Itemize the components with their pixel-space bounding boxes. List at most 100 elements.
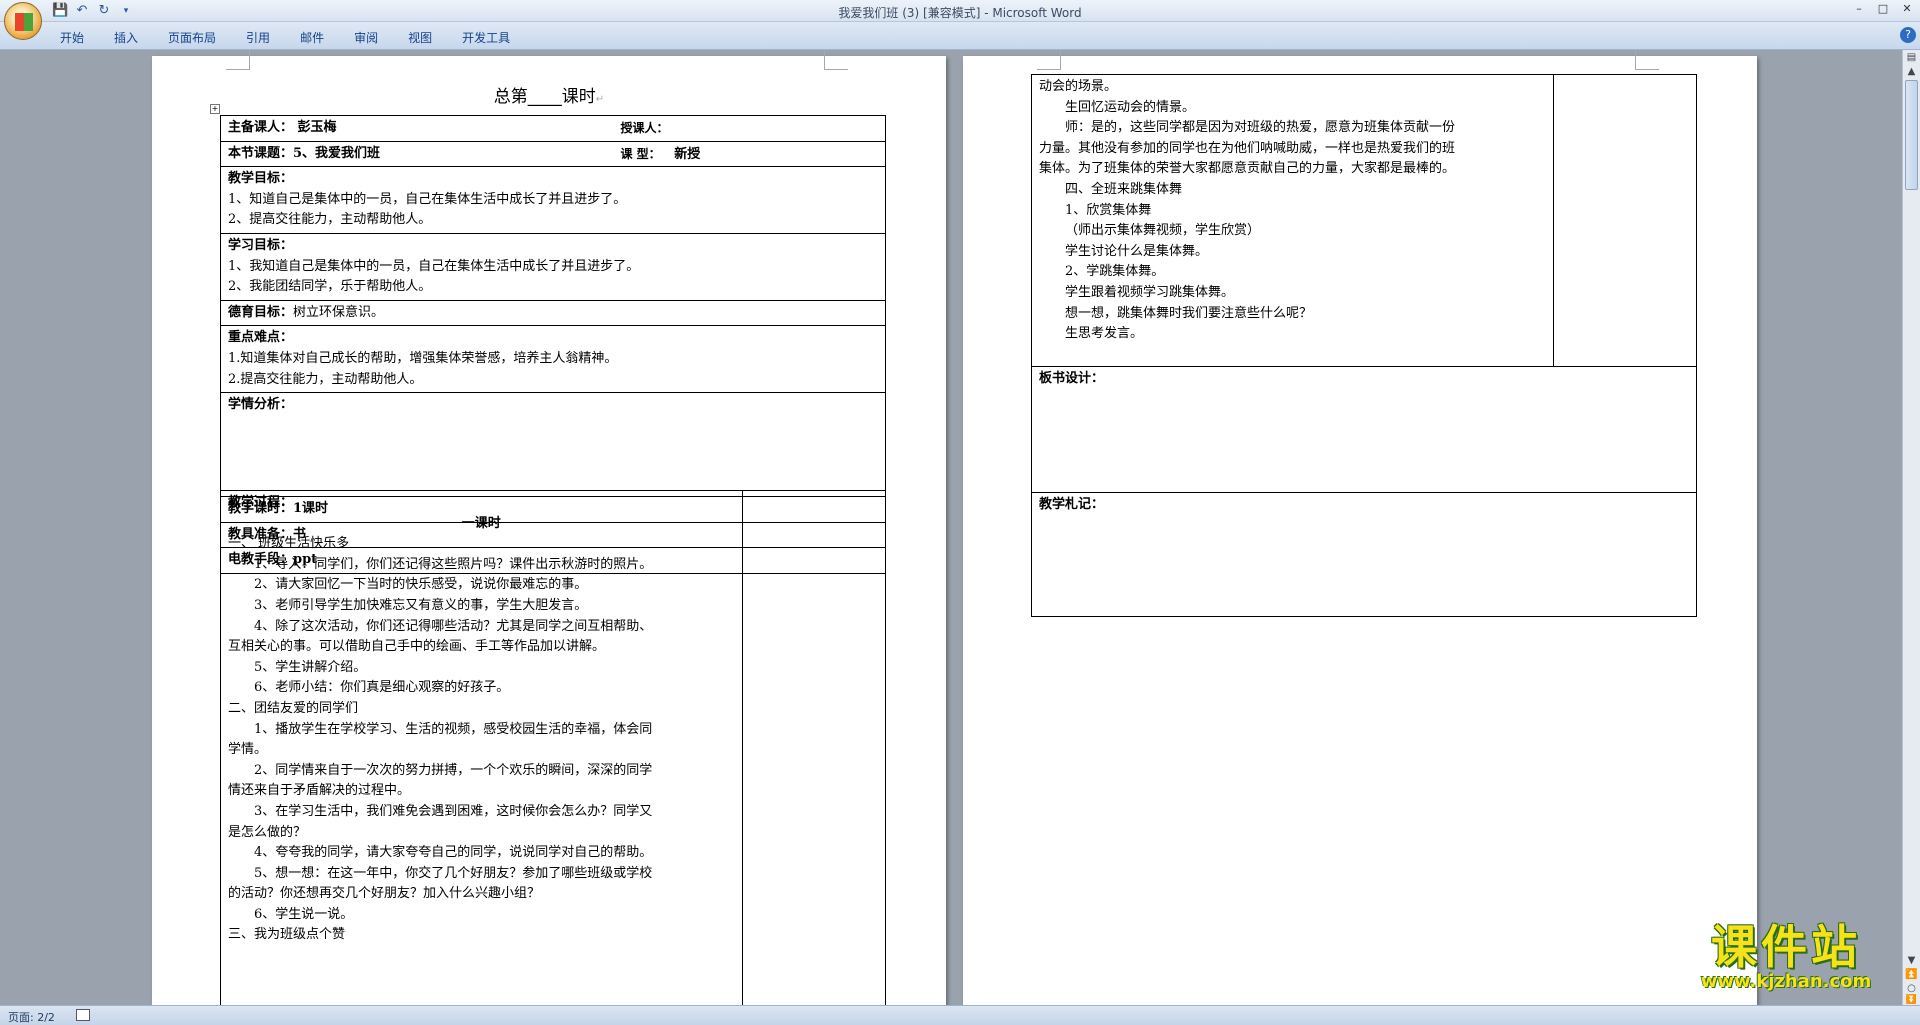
ruler-toggle-icon[interactable]: ▤ [1905,52,1918,63]
process-line: 师：是的，这些同学都是因为对班级的热爱，愿意为班集体贡献一份 [1065,120,1456,136]
scroll-thumb[interactable] [1905,80,1918,190]
type-value: 新授 [674,146,701,162]
next-page-icon[interactable]: ⏬ [1905,995,1918,1005]
moral-goal-cell[interactable]: 德育目标：树立环保意识。 [220,299,886,327]
document-workspace: 总第____课时↵ + 主备课人： 彭玉梅 授课人： 本节课题：5、我爱我们班 课 … [0,50,1902,1005]
table-row: 学情分析： [220,392,886,498]
analysis-cell[interactable]: 学情分析： [220,392,886,498]
topic-cell[interactable]: 本节课题：5、我爱我们班 课 型： 新授 [220,140,886,168]
office-button[interactable] [4,2,42,40]
teacher-label: 授课人： [620,121,669,135]
process-line: 是怎么做的？ [228,824,307,840]
scroll-up-icon[interactable]: ▲ [1905,66,1918,77]
moral-value: 树立环保意识。 [293,304,385,320]
preparer-name: 彭玉梅 [297,120,337,135]
process-line: 4、除了这次活动，你们还记得哪些活动？尤其是同学之间互相帮助、 [254,618,653,634]
process-line: 学生讨论什么是集体舞。 [1065,243,1209,259]
teaching-notes-cell[interactable]: 教学札记： [1031,492,1697,617]
tab-view[interactable]: 视图 [408,29,432,46]
process-line: 6、学生说一说。 [254,906,354,922]
minimize-icon[interactable]: – [1852,2,1866,16]
process-line: 互相关心的事。可以借助自己手中的绘画、手工等作品加以讲解。 [228,639,606,655]
process-line: （师出示集体舞视频，学生欣赏） [1065,223,1261,239]
learning-goals-cell[interactable]: 学习目标： 1、我知道自己是集体中的一员，自己在集体生活中成长了并且进步了。 2… [220,232,886,301]
tab-page-layout[interactable]: 页面布局 [168,29,216,46]
watermark-url: www.kjzhan.com [1700,971,1872,992]
vertical-scrollbar[interactable]: ▤ ▲ ▼ ⏫ ○ ⏬ [1902,50,1920,1005]
table-row: 重点难点： 1.知道集体对自己成长的帮助，增强集体荣誉感，培养主人翁精神。 2.… [220,325,886,394]
analysis-label: 学情分析： [228,397,294,413]
process-line: 四、全班来跳集体舞 [1065,181,1183,197]
preparer-cell[interactable]: 主备课人： 彭玉梅 授课人： [220,115,886,142]
title-bar: 💾 ↶ ↻ ▾ 我爱我们班 (3) [兼容模式] - Microsoft Wor… [0,0,1920,22]
table-row: 本节课题：5、我爱我们班 课 型： 新授 [220,140,886,168]
remarks-cell[interactable] [1552,74,1698,367]
process-line: 学情。 [228,742,268,758]
tab-insert[interactable]: 插入 [114,29,138,46]
process-line: 4、夸夸我的同学，请大家夸夸自己的同学，说说同学对自己的帮助。 [254,845,653,861]
process-line: 6、老师小结：你们真是细心观察的好孩子。 [254,680,510,696]
process-table: 教学过程： 一课时 一、 班级生活快乐多 1、导入：同学们，你们还记得这些照片吗… [220,490,887,1005]
crop-mark [824,50,848,70]
process-line: 3、在学习生活中，我们难免会遇到困难，这时候你会怎么办？同学又 [254,803,653,819]
process-line: 生回忆运动会的情景。 [1065,99,1196,115]
process-line: 集体。为了班集体的荣誉大家都愿意贡献自己的力量，大家都是最棒的。 [1039,161,1456,177]
board-design-cell[interactable]: 板书设计： [1031,366,1697,493]
process-line: 5、学生讲解介绍。 [254,659,367,675]
remarks-cell[interactable] [741,490,887,1005]
learning-goals-label: 学习目标： [228,237,294,253]
tab-review[interactable]: 审阅 [354,29,378,46]
tab-developer[interactable]: 开发工具 [462,29,510,46]
key-point-line: 1.知道集体对自己成长的帮助，增强集体荣誉感，培养主人翁精神。 [228,350,618,366]
ribbon-tabs: 开始 插入 页面布局 引用 邮件 审阅 视图 开发工具 [60,29,540,46]
watermark-logo: 课件站 www.kjzhan.com [1666,922,1906,992]
preparer-label: 主备课人： [228,120,294,135]
type-field: 课 型： 新授 [621,144,701,166]
process-line: 的活动？你还想再交几个好朋友？加入什么兴趣小组？ [228,886,541,902]
page-count-status[interactable]: 页面: 2/2 [8,1009,55,1025]
goal-line: 2、提高交往能力，主动帮助他人。 [228,212,432,228]
board-label: 板书设计： [1039,371,1105,386]
restore-icon[interactable]: □ [1876,2,1890,16]
process-line: 1、欣赏集体舞 [1065,202,1152,218]
browse-object-icon[interactable]: ○ [1905,983,1918,994]
process-continued-table: 动会的场景。 生回忆运动会的情景。 师：是的，这些同学都是因为对班级的热爱，愿意… [1031,74,1698,617]
crop-mark [226,50,250,70]
topic-label: 本节课题： [228,145,294,161]
previous-page-icon[interactable]: ⏫ [1905,969,1918,980]
process-line: 5、想一想：在这一年中，你交了几个好朋友？参加了哪些班级或学校 [254,865,653,881]
process-line: 想一想，跳集体舞时我们要注意些什么呢？ [1065,305,1313,321]
document-page-2: 动会的场景。 生回忆运动会的情景。 师：是的，这些同学都是因为对班级的热爱，愿意… [963,50,1757,1005]
page-title: 总第____课时↵ [493,87,605,107]
tab-home[interactable]: 开始 [60,29,84,46]
tab-references[interactable]: 引用 [246,29,270,46]
proofing-icon[interactable] [76,1009,90,1021]
process-cell[interactable]: 教学过程： 一课时 一、 班级生活快乐多 1、导入：同学们，你们还记得这些照片吗… [220,490,743,1005]
process-line: 二、团结友爱的同学们 [228,700,359,716]
teaching-goals-cell[interactable]: 教学目标： 1、知道自己是集体中的一员，自己在集体生活中成长了并且进步了。 2、… [220,166,886,234]
help-icon[interactable]: ? [1900,27,1916,43]
tab-mailings[interactable]: 邮件 [300,29,324,46]
table-row: 动会的场景。 生回忆运动会的情景。 师：是的，这些同学都是因为对班级的热爱，愿意… [1031,74,1698,367]
process-line: 3、老师引导学生加快难忘又有意义的事，学生大胆发言。 [254,597,588,613]
table-row: 教学札记： [1031,492,1697,617]
table-row: 主备课人： 彭玉梅 授课人： [220,115,886,142]
process-line: 2、请大家回忆一下当时的快乐感受，说说你最难忘的事。 [254,577,588,593]
notes-label: 教学札记： [1039,497,1105,512]
table-move-handle-icon[interactable]: + [210,104,220,114]
type-label: 课 型： [620,146,661,161]
process-line: 1、播放学生在学校学习、生活的视频，感受校园生活的幸福，体会同 [254,721,653,737]
table-row: 板书设计： [1031,366,1697,493]
process-line: 1、导入：同学们，你们还记得这些照片吗？课件出示秋游时的照片。 [254,556,653,572]
key-points-label: 重点难点： [228,330,294,346]
scroll-down-icon[interactable]: ▼ [1905,955,1918,966]
process-continued-cell[interactable]: 动会的场景。 生回忆运动会的情景。 师：是的，这些同学都是因为对班级的热爱，愿意… [1031,74,1554,367]
process-line: 情还来自于矛盾解决的过程中。 [228,783,411,799]
crop-mark [1037,50,1061,70]
key-points-cell[interactable]: 重点难点： 1.知道集体对自己成长的帮助，增强集体荣誉感，培养主人翁精神。 2.… [220,325,886,394]
close-icon[interactable]: ✕ [1900,2,1914,16]
process-line: 力量。其他没有参加的同学也在为他们呐喊助威，一样也是热爱我们的班 [1039,140,1456,156]
process-line: 一、 班级生活快乐多 [228,536,350,552]
teaching-goals-label: 教学目标： [228,171,294,187]
window-title: 我爱我们班 (3) [兼容模式] - Microsoft Word [838,6,1082,20]
